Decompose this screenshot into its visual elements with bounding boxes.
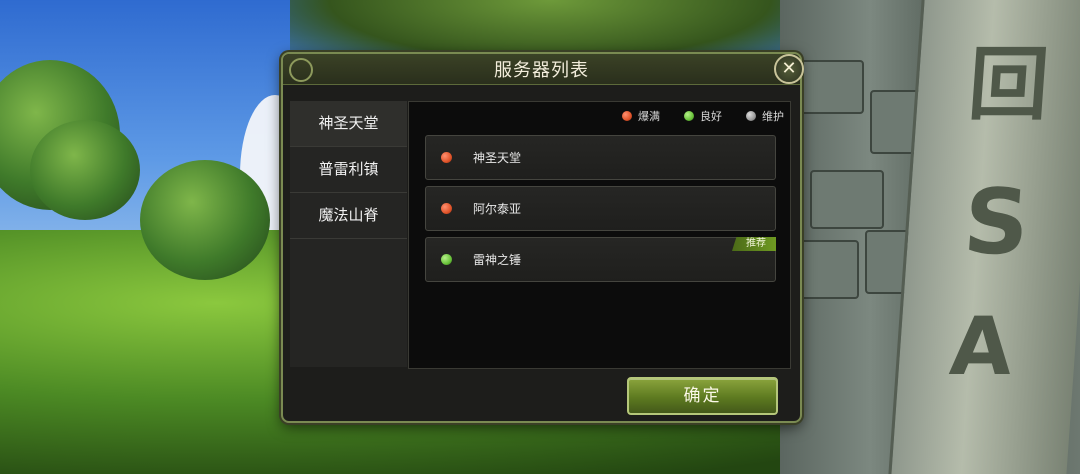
server-row[interactable]: 雷神之锤 推荐 [425, 237, 776, 282]
status-dot-icon [622, 111, 632, 121]
legend-full: 爆满 [622, 108, 660, 124]
server-name: 神圣天堂 [473, 151, 522, 165]
close-icon: ✕ [781, 58, 797, 79]
legend-good: 良好 [684, 108, 722, 124]
status-dot-icon [441, 203, 452, 214]
tree [30, 120, 140, 220]
status-dot-icon [441, 254, 452, 265]
pillar-glyph: 回 [965, 38, 1052, 131]
dialog-title: 服务器列表 [494, 60, 589, 81]
server-panel: 爆满 良好 维护 神圣天堂 阿尔泰亚 雷神之锤 推荐 [408, 101, 791, 369]
dialog-titlebar: 服务器列表 [283, 54, 800, 85]
region-tab-1[interactable]: 神圣天堂 [290, 101, 407, 147]
close-button[interactable]: ✕ [774, 54, 804, 84]
region-sidebar: 神圣天堂 普雷利镇 魔法山脊 [290, 101, 407, 367]
legend-label: 良好 [700, 110, 722, 123]
status-dot-icon [684, 111, 694, 121]
pillar-glyph: S [960, 170, 1033, 275]
region-tab-3[interactable]: 魔法山脊 [290, 193, 407, 239]
stone-pillar: 回 S A [888, 0, 1080, 474]
server-name: 雷神之锤 [473, 253, 522, 267]
status-dot-icon [441, 152, 452, 163]
server-row[interactable]: 神圣天堂 [425, 135, 776, 180]
recommended-badge: 推荐 [732, 237, 776, 251]
status-legend: 爆满 良好 维护 [622, 108, 784, 124]
legend-maintenance: 维护 [746, 108, 784, 124]
status-dot-icon [746, 111, 756, 121]
server-list-dialog: 服务器列表 ✕ 神圣天堂 普雷利镇 魔法山脊 爆满 良好 维护 神圣天堂 阿尔泰… [281, 52, 804, 423]
legend-label: 爆满 [638, 110, 660, 123]
legend-label: 维护 [762, 110, 784, 123]
pillar-glyph: A [947, 300, 1016, 393]
confirm-button[interactable]: 确定 [627, 377, 778, 415]
server-row[interactable]: 阿尔泰亚 [425, 186, 776, 231]
region-tab-2[interactable]: 普雷利镇 [290, 147, 407, 193]
tree [140, 160, 270, 280]
server-name: 阿尔泰亚 [473, 202, 522, 216]
